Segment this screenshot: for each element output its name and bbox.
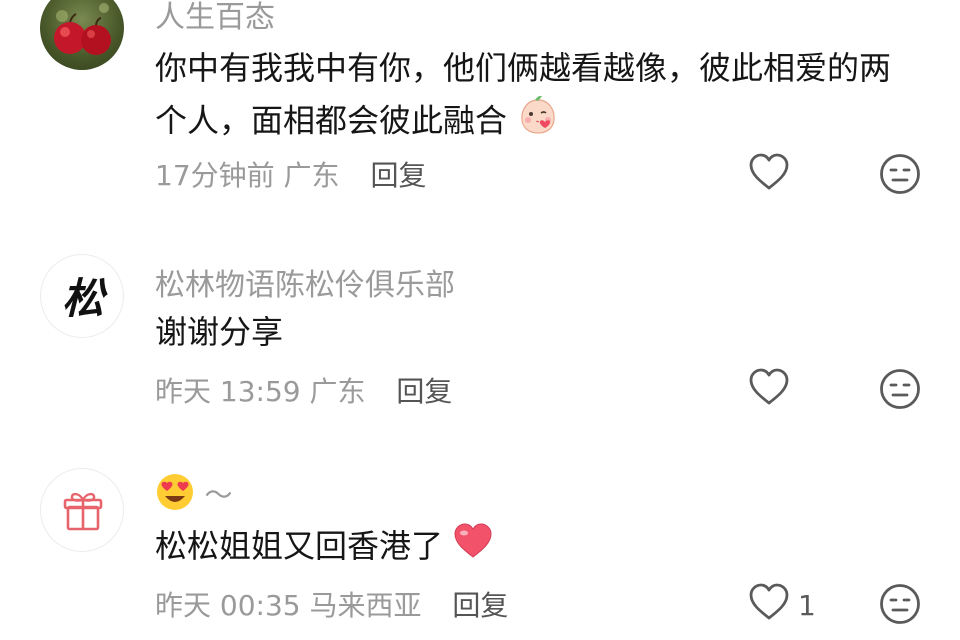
username[interactable]: ～ <box>155 472 233 520</box>
reply-button[interactable]: 回复 <box>396 375 452 408</box>
like-button[interactable] <box>748 368 790 413</box>
username[interactable]: 人生百态 <box>155 0 275 36</box>
heart-outline-icon <box>748 368 790 413</box>
gift-icon-avatar[interactable] <box>40 468 124 552</box>
like-count: 1 <box>798 588 816 622</box>
comment-text: 个人，面相都会彼此融合 <box>155 94 559 151</box>
comment-location: 马来西亚 <box>309 589 422 622</box>
comment-location: 广东 <box>309 375 366 408</box>
comment-meta: 昨天 00:35 马来西亚 回复 <box>155 584 508 624</box>
comment-text: 谢谢分享 <box>155 313 284 351</box>
username-suffix: ～ <box>204 478 233 512</box>
dislike-button[interactable] <box>878 152 922 196</box>
comment-time: 昨天 00:35 <box>155 589 301 622</box>
comment-location: 广东 <box>283 159 340 192</box>
comment-text-line: 松松姐姐又回香港了 <box>155 527 444 565</box>
comment-text-line: 你中有我我中有你，他们俩越看越像，彼此相爱的两 <box>155 49 892 87</box>
red-heart-emoji <box>453 522 493 574</box>
heart-outline-icon <box>748 583 790 628</box>
kissing-bean-emoji <box>517 94 559 151</box>
comment-text: 你中有我我中有你，他们俩越看越像，彼此相爱的两 <box>155 42 891 94</box>
reply-button[interactable]: 回复 <box>370 159 426 192</box>
dislike-button[interactable] <box>878 582 922 626</box>
neutral-face-icon <box>878 154 922 200</box>
dislike-button[interactable] <box>878 367 922 411</box>
apples-avatar[interactable] <box>40 0 124 70</box>
heart-outline-icon <box>748 153 790 198</box>
comment-1: 人生百态 你中有我我中有你，他们俩越看越像，彼此相爱的两 个人，面相都会彼此融合… <box>0 0 960 220</box>
username[interactable]: 松林物语陈松伶俱乐部 <box>155 260 455 304</box>
pine-calligraphy-avatar[interactable]: 松 <box>40 254 124 338</box>
reply-button[interactable]: 回复 <box>452 589 508 622</box>
gift-icon <box>63 492 103 531</box>
comment-meta: 昨天 13:59 广东 回复 <box>155 370 452 410</box>
neutral-face-icon <box>878 584 922 630</box>
heart-eyes-emoji <box>155 472 195 520</box>
like-button[interactable]: 1 <box>748 583 816 628</box>
like-button[interactable] <box>748 153 790 198</box>
comment-text: 松松姐姐又回香港了 <box>155 520 493 574</box>
neutral-face-icon <box>878 369 922 415</box>
avatar-glyph: 松 <box>62 274 108 323</box>
comment-time: 17分钟前 <box>155 159 275 192</box>
comment-text-line: 个人，面相都会彼此融合 <box>155 101 508 140</box>
comment-meta: 17分钟前 广东 回复 <box>155 154 426 194</box>
comment-time: 昨天 13:59 <box>155 375 301 408</box>
